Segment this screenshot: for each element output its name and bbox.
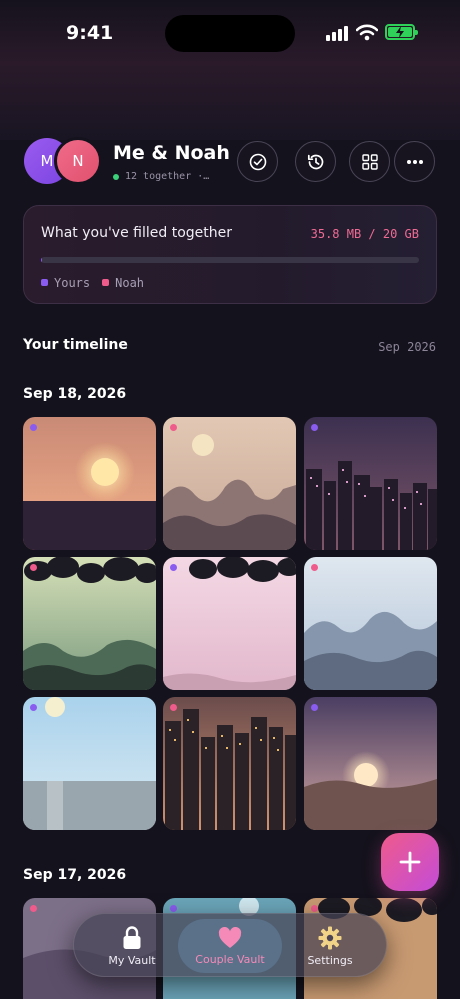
more-icon xyxy=(406,159,423,164)
tab-couple-vault[interactable]: Couple Vault xyxy=(178,919,282,973)
owner-dot-yours xyxy=(30,424,37,431)
storage-progress-fill xyxy=(41,257,42,263)
owner-dot-yours xyxy=(30,704,37,711)
history-button[interactable] xyxy=(295,141,336,182)
select-button[interactable] xyxy=(237,141,278,182)
lock-icon xyxy=(123,925,141,949)
owner-dot-noah xyxy=(170,424,177,431)
bottom-tab-bar: My Vault Couple Vault Settings xyxy=(73,913,387,977)
legend-yours: Yours xyxy=(41,276,90,290)
dynamic-island xyxy=(165,15,295,52)
photo-tile[interactable] xyxy=(163,557,296,690)
owner-dot-yours xyxy=(311,424,318,431)
tab-my-vault[interactable]: My Vault xyxy=(80,914,184,978)
status-time: 9:41 xyxy=(66,22,114,44)
avatar-partner[interactable]: N xyxy=(54,137,102,185)
owner-dot-yours xyxy=(170,905,177,912)
legend-label-yours: Yours xyxy=(54,276,91,290)
photo-tile[interactable] xyxy=(23,697,156,830)
couple-title: Me & Noah xyxy=(113,142,230,164)
photo-tile[interactable] xyxy=(304,557,437,690)
timeline-month[interactable]: Sep 2026 xyxy=(378,340,436,354)
legend-swatch-yours xyxy=(41,279,48,286)
grid-icon xyxy=(361,153,378,170)
legend-label-noah: Noah xyxy=(115,276,145,290)
legend-noah: Noah xyxy=(102,276,144,290)
heart-icon xyxy=(218,926,242,948)
date-header: Sep 18, 2026 xyxy=(23,386,127,402)
together-status: 12 together ·… xyxy=(113,171,209,182)
photo-tile[interactable] xyxy=(304,417,437,550)
cellular-signal-icon xyxy=(326,26,348,41)
owner-dot-yours xyxy=(311,704,318,711)
photo-tile[interactable] xyxy=(23,417,156,550)
gear-icon xyxy=(318,926,342,949)
add-photo-button[interactable] xyxy=(381,833,439,891)
battery-icon xyxy=(385,24,418,40)
tab-label: Couple Vault xyxy=(195,952,265,966)
storage-progress-bar xyxy=(41,257,419,263)
photo-tile[interactable] xyxy=(304,697,437,830)
owner-dot-noah xyxy=(170,704,177,711)
timeline-title: Your timeline xyxy=(23,337,128,353)
history-icon xyxy=(307,154,323,169)
photo-tile[interactable] xyxy=(163,697,296,830)
owner-dot-noah xyxy=(311,905,318,912)
grid-view-button[interactable] xyxy=(349,141,390,182)
storage-usage: 35.8 MB / 20 GB xyxy=(310,227,419,241)
photo-tile[interactable] xyxy=(163,417,296,550)
legend-swatch-noah xyxy=(102,279,110,286)
owner-dot-noah xyxy=(30,564,37,571)
plus-icon xyxy=(399,851,421,873)
online-dot xyxy=(113,173,119,180)
together-count: 12 together ·… xyxy=(125,171,210,182)
storage-label: What you've filled together xyxy=(41,225,232,241)
owner-dot-yours xyxy=(170,564,177,571)
wifi-icon xyxy=(355,24,379,45)
storage-card[interactable]: What you've filled together 35.8 MB / 20… xyxy=(23,205,437,304)
owner-dot-noah xyxy=(30,905,37,912)
check-circle-icon xyxy=(249,153,266,170)
owner-dot-noah xyxy=(311,564,318,571)
date-header: Sep 17, 2026 xyxy=(23,867,127,883)
tab-label: Settings xyxy=(307,953,353,967)
tab-settings[interactable]: Settings xyxy=(278,914,382,978)
more-button[interactable] xyxy=(394,141,435,182)
status-bar: 9:41 xyxy=(0,0,460,66)
storage-legend: Yours Noah xyxy=(41,276,144,290)
tab-label: My Vault xyxy=(108,953,156,967)
photo-tile[interactable] xyxy=(23,557,156,690)
